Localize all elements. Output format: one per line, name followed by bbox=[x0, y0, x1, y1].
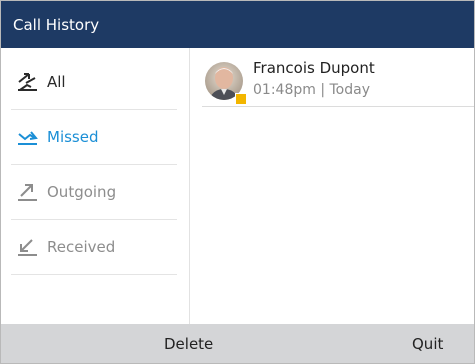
filter-outgoing[interactable]: Outgoing bbox=[11, 164, 177, 220]
call-history-screen: Call History All Missed Outgoing Receive… bbox=[0, 0, 475, 364]
softkey-bar: Delete Quit bbox=[1, 324, 474, 363]
delete-button-label: Delete bbox=[164, 334, 214, 353]
filter-outgoing-label: Outgoing bbox=[47, 182, 117, 201]
filter-all[interactable]: All bbox=[11, 54, 177, 110]
call-list: Francois Dupont 01:48pm | Today bbox=[190, 48, 474, 324]
filter-missed-label: Missed bbox=[47, 127, 99, 146]
quit-button[interactable]: Quit bbox=[412, 324, 443, 363]
filter-sidebar: All Missed Outgoing Received bbox=[1, 48, 190, 324]
presence-status-icon bbox=[235, 93, 247, 105]
filter-all-label: All bbox=[47, 72, 66, 91]
title-bar: Call History bbox=[1, 1, 474, 48]
call-time: 01:48pm | Today bbox=[253, 82, 370, 98]
received-call-icon bbox=[17, 238, 39, 256]
page-title: Call History bbox=[13, 15, 100, 34]
quit-button-label: Quit bbox=[412, 334, 444, 353]
missed-call-icon bbox=[17, 128, 39, 146]
all-calls-icon bbox=[17, 72, 39, 91]
filter-received-label: Received bbox=[47, 237, 116, 256]
filter-missed[interactable]: Missed bbox=[11, 109, 177, 165]
outgoing-call-icon bbox=[17, 183, 39, 201]
caller-name: Francois Dupont bbox=[253, 59, 375, 77]
delete-button[interactable]: Delete bbox=[164, 324, 213, 363]
call-list-item[interactable]: Francois Dupont 01:48pm | Today bbox=[202, 54, 474, 107]
filter-received[interactable]: Received bbox=[11, 219, 177, 275]
